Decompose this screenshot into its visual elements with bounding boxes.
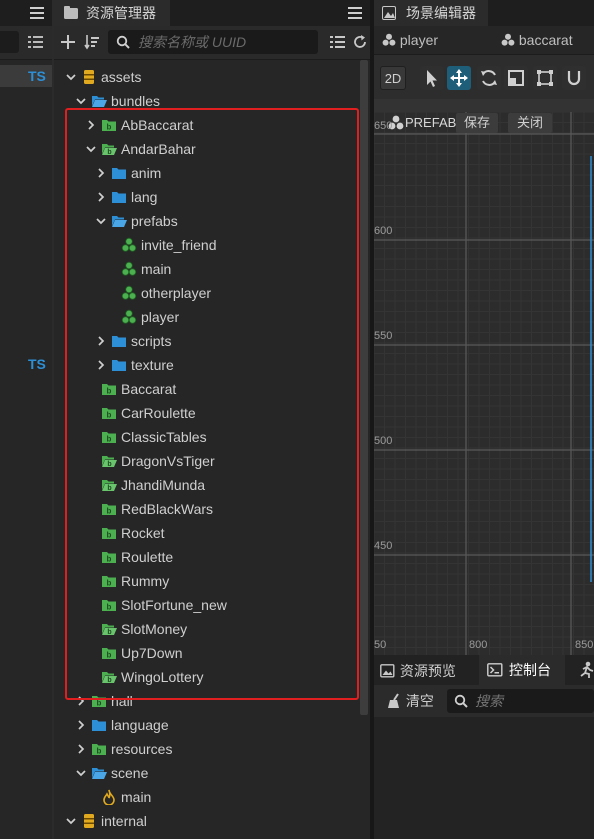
- collapse-list-icon[interactable]: [330, 34, 346, 50]
- asset-search-box[interactable]: [108, 30, 318, 54]
- tab-asset-manager[interactable]: 资源管理器: [54, 0, 170, 26]
- console-log-area[interactable]: [374, 717, 594, 839]
- tree-item[interactable]: internal: [54, 809, 358, 833]
- folder-tab-icon: [64, 6, 78, 20]
- y-axis-label: 600: [374, 225, 393, 237]
- ts-badge: TS: [28, 68, 46, 84]
- select-tool-button[interactable]: [420, 66, 444, 90]
- x-axis-label: 850: [575, 639, 594, 651]
- tree-item[interactable]: b resources: [54, 737, 358, 761]
- tab-player[interactable]: player: [382, 26, 438, 54]
- folder-icon: [91, 717, 107, 733]
- y-axis-label: 650: [374, 120, 393, 132]
- tree-item-label: main: [121, 789, 152, 805]
- tree-item-label: language: [111, 717, 169, 733]
- scale-tool-button[interactable]: [504, 66, 528, 90]
- asset-manager-title: 资源管理器: [86, 5, 156, 21]
- asset-search-input[interactable]: [138, 30, 314, 54]
- database-icon: [81, 813, 97, 829]
- clear-button-label: 清空: [405, 693, 434, 709]
- tree-item[interactable]: language: [54, 713, 358, 737]
- move-tool-button[interactable]: [447, 66, 471, 90]
- left-panel-header: [0, 0, 52, 26]
- refresh-icon[interactable]: [352, 34, 368, 50]
- scene-tab-icon: [382, 6, 396, 20]
- left-panel: [0, 0, 52, 839]
- rotate-tool-button[interactable]: [477, 66, 501, 90]
- tab-asset-preview-label: 资源预览: [399, 663, 456, 679]
- left-search-input[interactable]: [0, 31, 19, 53]
- prefab-icon: [501, 33, 515, 47]
- tree-item[interactable]: main: [54, 785, 358, 809]
- tab-asset-preview[interactable]: 资源预览: [380, 659, 456, 683]
- tree-item-label: scene: [111, 765, 149, 781]
- highlight-annotation-box: [65, 108, 359, 700]
- chevron-down-icon[interactable]: [75, 95, 87, 107]
- search-icon: [116, 35, 130, 49]
- svg-text:b: b: [97, 747, 102, 756]
- tree-item-label: assets: [101, 69, 142, 85]
- menu-icon[interactable]: [348, 6, 362, 20]
- broom-icon: [386, 693, 402, 709]
- scene-editor-title: 场景编辑器: [406, 5, 476, 21]
- tab-player-label: player: [399, 32, 439, 48]
- y-axis-label: 50: [374, 639, 387, 651]
- bundle-folder-icon: b: [91, 741, 107, 757]
- menu-icon[interactable]: [30, 6, 44, 20]
- folder-open-icon: [91, 93, 107, 109]
- chevron-down-icon[interactable]: [75, 767, 87, 779]
- tree-scrollbar[interactable]: [360, 60, 368, 715]
- close-button[interactable]: 关闭: [508, 113, 552, 133]
- save-button[interactable]: 保存: [456, 113, 498, 133]
- tab-scene-editor[interactable]: 场景编辑器: [374, 0, 488, 26]
- console-search-input[interactable]: [475, 689, 590, 713]
- tree-item-label: internal: [101, 813, 147, 829]
- console-search-box[interactable]: [447, 689, 594, 713]
- tree-item[interactable]: scene: [54, 761, 358, 785]
- snap-tool-button[interactable]: [562, 66, 586, 90]
- runner-icon[interactable]: [578, 661, 594, 679]
- y-axis-label: 450: [374, 540, 393, 552]
- tab-console-label: 控制台: [509, 662, 551, 678]
- mode-2d-button[interactable]: 2D: [380, 66, 406, 90]
- chevron-down-icon[interactable]: [65, 815, 77, 827]
- scene-icon: [101, 789, 117, 805]
- sort-icon[interactable]: [28, 34, 44, 50]
- tree-item[interactable]: assets: [54, 65, 358, 89]
- database-icon: [81, 69, 97, 85]
- chevron-right-icon[interactable]: [75, 719, 87, 731]
- x-axis-label: 800: [469, 639, 488, 651]
- chevron-right-icon[interactable]: [75, 743, 87, 755]
- y-axis-label: 500: [374, 435, 393, 447]
- ts-badge: TS: [28, 356, 46, 372]
- sort-icon[interactable]: [84, 34, 100, 50]
- add-icon[interactable]: [60, 34, 76, 50]
- image-icon: [380, 664, 396, 678]
- tab-console[interactable]: 控制台: [479, 655, 565, 685]
- tree-item-label: resources: [111, 741, 173, 757]
- tab-baccarat-label: baccarat: [518, 32, 573, 48]
- search-icon: [454, 694, 468, 708]
- clear-button[interactable]: 清空: [386, 691, 434, 711]
- scene-viewport[interactable]: [374, 112, 594, 655]
- chevron-down-icon[interactable]: [65, 71, 77, 83]
- prefab-icon: [382, 33, 396, 47]
- y-axis-label: 550: [374, 330, 393, 342]
- prefab-mode-label: PREFAB: [405, 115, 457, 130]
- tab-baccarat[interactable]: baccarat: [501, 26, 573, 54]
- terminal-icon: [487, 663, 503, 677]
- rect-tool-button[interactable]: [533, 66, 557, 90]
- scene-grid: [374, 112, 594, 655]
- folder-open-icon: [91, 765, 107, 781]
